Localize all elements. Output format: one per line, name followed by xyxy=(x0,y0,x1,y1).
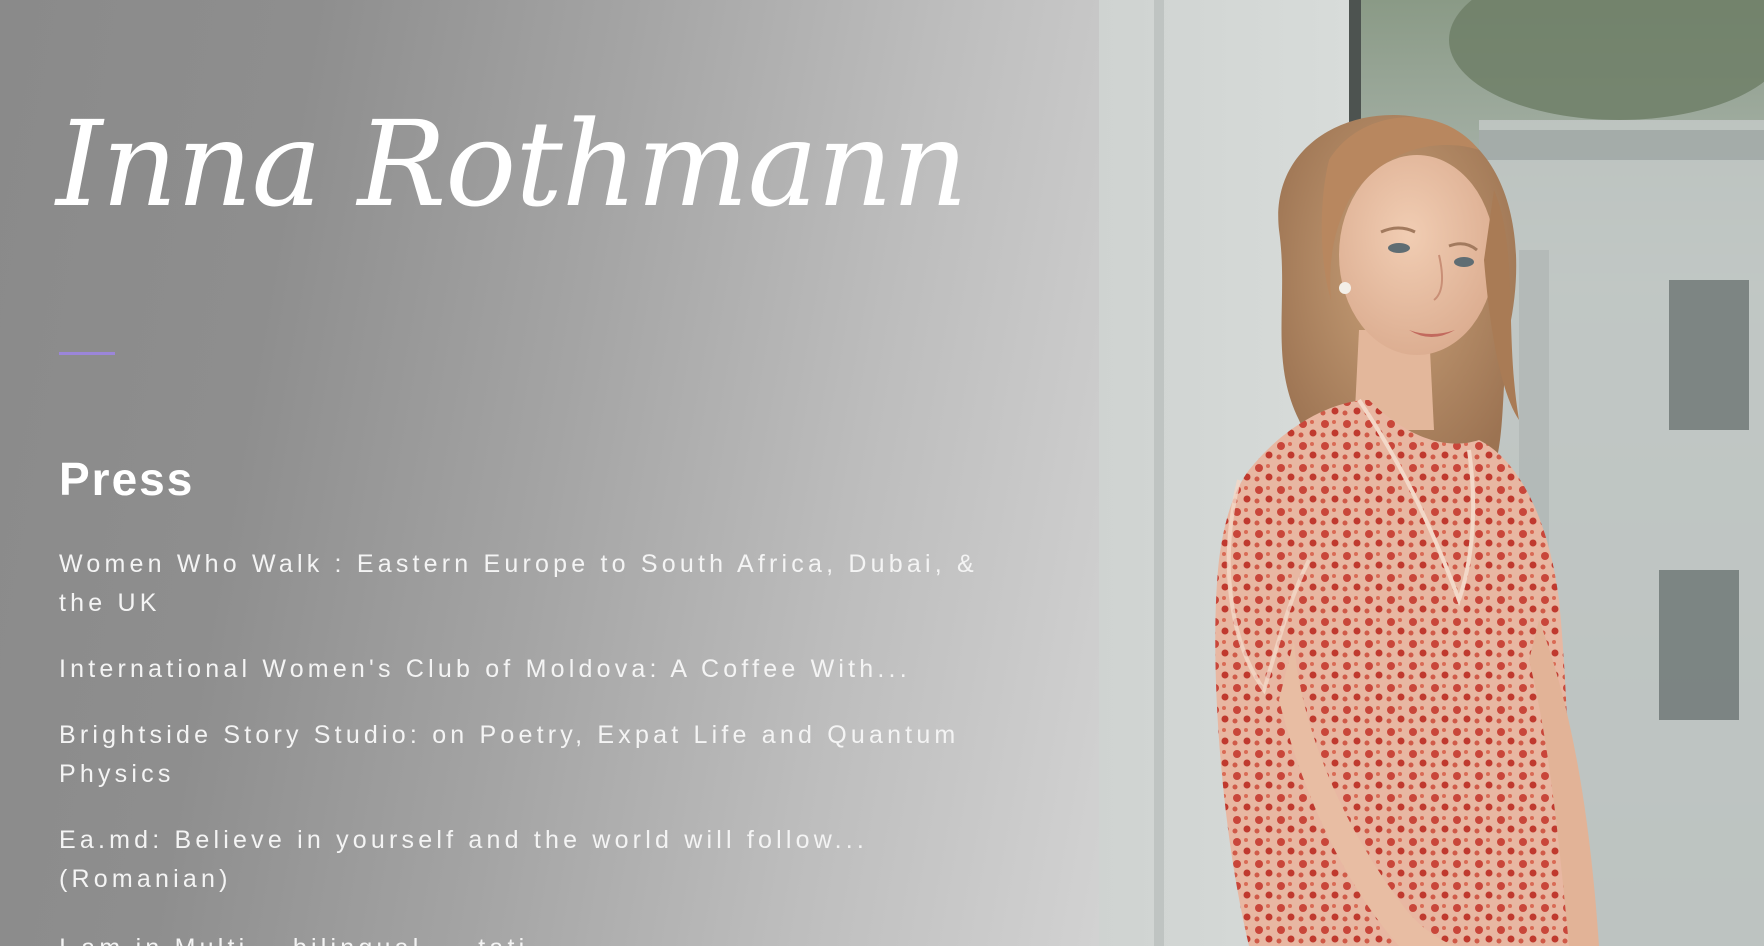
press-item: Ea.md: Believe in yourself and the world… xyxy=(59,821,1019,899)
portrait-image xyxy=(1099,0,1764,946)
press-heading: Press xyxy=(59,453,195,505)
press-item: I am in Multi... bilingual ... tati... xyxy=(59,926,1019,946)
page: Inna Rothmann Press Women Who Walk : Eas… xyxy=(0,0,1764,946)
press-link-brightside[interactable]: Brightside Story Studio: on Poetry, Expa… xyxy=(59,716,1019,794)
content-panel: Inna Rothmann Press Women Who Walk : Eas… xyxy=(0,0,1099,946)
press-item: Women Who Walk : Eastern Europe to South… xyxy=(59,545,1019,623)
accent-divider xyxy=(59,352,115,355)
press-item: Brightside Story Studio: on Poetry, Expa… xyxy=(59,716,1019,794)
press-link-ea-md[interactable]: Ea.md: Believe in yourself and the world… xyxy=(59,821,1019,899)
press-link-partial[interactable]: I am in Multi... bilingual ... tati... xyxy=(59,926,1019,946)
press-link-women-who-walk[interactable]: Women Who Walk : Eastern Europe to South… xyxy=(59,545,1019,623)
portrait-photo xyxy=(1099,0,1764,946)
press-item: International Women's Club of Moldova: A… xyxy=(59,650,1019,689)
press-link-iwc-moldova[interactable]: International Women's Club of Moldova: A… xyxy=(59,650,1019,689)
site-title[interactable]: Inna Rothmann xyxy=(56,99,968,230)
press-list: Women Who Walk : Eastern Europe to South… xyxy=(59,545,1019,946)
